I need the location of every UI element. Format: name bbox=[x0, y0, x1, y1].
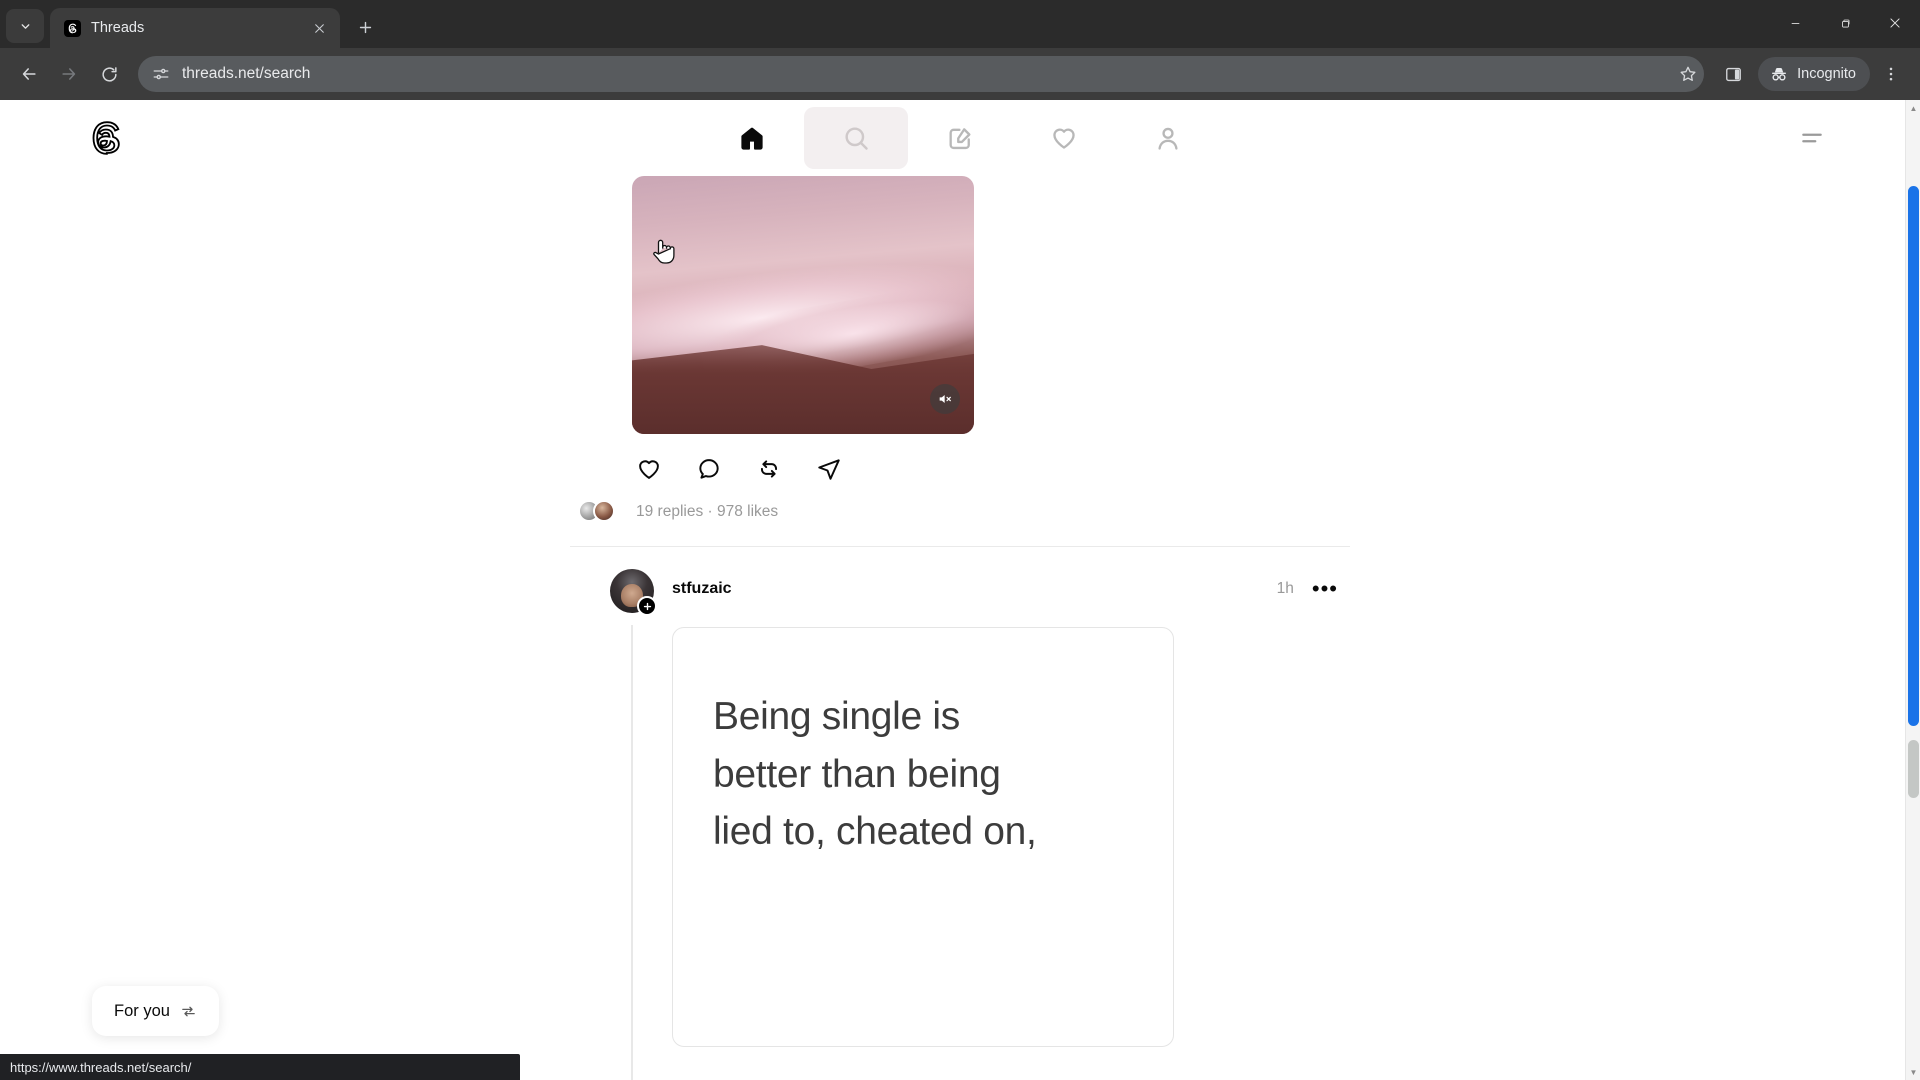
quote-line: better than being bbox=[713, 752, 1001, 796]
address-bar[interactable]: threads.net/search bbox=[138, 56, 1705, 92]
feed-selector-label: For you bbox=[114, 1001, 170, 1020]
home-icon bbox=[741, 127, 763, 150]
side-panel-button[interactable] bbox=[1714, 55, 1752, 93]
sidebar-item-create[interactable] bbox=[908, 107, 1012, 169]
reply-button[interactable] bbox=[692, 452, 726, 486]
tab-strip: Threads bbox=[0, 0, 1920, 48]
tab-search-button[interactable] bbox=[6, 9, 44, 43]
heart-icon bbox=[639, 460, 659, 479]
sidebar-item-home[interactable] bbox=[700, 107, 804, 169]
page-viewport: 19 replies · 978 likes stfuzaic 1h ••• B… bbox=[0, 100, 1920, 1080]
thread-connector-line bbox=[631, 625, 633, 1080]
chrome-menu-button[interactable] bbox=[1872, 55, 1910, 93]
sidebar-item-search[interactable] bbox=[804, 107, 908, 169]
chevron-down-icon bbox=[21, 23, 29, 29]
status-bar-url: https://www.threads.net/search/ bbox=[10, 1059, 192, 1075]
threads-nav-items bbox=[700, 107, 1220, 169]
threads-logo-icon bbox=[64, 19, 81, 37]
like-button[interactable] bbox=[632, 452, 666, 486]
post-more-button[interactable]: ••• bbox=[1312, 578, 1338, 600]
feed-selector-button[interactable]: For you bbox=[92, 986, 219, 1036]
sidebar-item-activity[interactable] bbox=[1012, 107, 1116, 169]
browser-window: Threads threads.net/search Incognito 19 … bbox=[0, 0, 1920, 1080]
window-close-button[interactable] bbox=[1870, 0, 1920, 46]
sidebar-item-profile[interactable] bbox=[1116, 107, 1220, 169]
post-username[interactable]: stfuzaic bbox=[672, 580, 732, 598]
incognito-label: Incognito bbox=[1797, 66, 1856, 82]
window-controls bbox=[1770, 0, 1920, 46]
follow-button[interactable] bbox=[637, 596, 657, 616]
post-stfuzaic: stfuzaic 1h ••• Being single is better t… bbox=[570, 569, 1350, 1080]
scrollbar-thumb[interactable] bbox=[1908, 186, 1919, 726]
repost-button[interactable] bbox=[752, 452, 786, 486]
mute-icon bbox=[939, 395, 951, 403]
post-header: stfuzaic 1h ••• bbox=[570, 569, 1350, 616]
post-video: 19 replies · 978 likes bbox=[570, 176, 1350, 547]
threads-more-menu-button[interactable] bbox=[1790, 116, 1834, 160]
browser-toolbar: threads.net/search Incognito bbox=[0, 48, 1920, 100]
star-icon bbox=[1680, 66, 1696, 82]
arrow-right-icon bbox=[62, 68, 76, 80]
address-bar-url: threads.net/search bbox=[182, 65, 311, 82]
post-quote-card[interactable]: Being single is better than being lied t… bbox=[672, 627, 1174, 1047]
post-meta: 1h ••• bbox=[1276, 578, 1350, 600]
post-video-media[interactable] bbox=[632, 176, 974, 434]
close-icon bbox=[1890, 18, 1900, 28]
swap-arrows-icon bbox=[182, 1006, 195, 1016]
tune-icon[interactable] bbox=[152, 65, 170, 83]
post-timestamp: 1h bbox=[1276, 580, 1294, 597]
post-quote-text: Being single is better than being lied t… bbox=[673, 628, 1173, 861]
plus-icon bbox=[643, 602, 651, 610]
scrollbar-up-button[interactable]: ▲ bbox=[1906, 100, 1920, 116]
browser-status-bar: https://www.threads.net/search/ bbox=[0, 1054, 520, 1080]
threads-top-nav bbox=[0, 100, 1920, 176]
threads-feed: 19 replies · 978 likes stfuzaic 1h ••• B… bbox=[0, 176, 1920, 1080]
quote-line: lied to, cheated on, bbox=[713, 810, 1037, 854]
post-actions bbox=[632, 452, 1350, 486]
quote-line: Being single is bbox=[713, 695, 960, 738]
replier-avatars[interactable] bbox=[578, 500, 624, 524]
new-tab-button[interactable] bbox=[348, 10, 382, 44]
repost-icon bbox=[760, 460, 778, 478]
incognito-icon bbox=[1772, 67, 1787, 81]
post-divider bbox=[570, 546, 1350, 547]
maximize-icon bbox=[1841, 19, 1849, 27]
person-icon bbox=[1158, 127, 1178, 150]
tab-title: Threads bbox=[91, 20, 145, 36]
minimize-icon bbox=[1791, 22, 1799, 24]
browser-tab-threads[interactable]: Threads bbox=[50, 8, 340, 48]
threads-logo-icon[interactable] bbox=[86, 118, 126, 158]
post-stats-text[interactable]: 19 replies · 978 likes bbox=[636, 503, 778, 521]
scrollbar-down-button[interactable]: ▼ bbox=[1906, 1064, 1920, 1080]
page-scrollbar[interactable]: ▲ ▼ bbox=[1905, 100, 1920, 1080]
feed-column: 19 replies · 978 likes stfuzaic 1h ••• B… bbox=[570, 176, 1350, 1080]
back-button[interactable] bbox=[10, 55, 48, 93]
scrollbar-thumb-secondary[interactable] bbox=[1908, 740, 1919, 798]
side-panel-icon bbox=[1725, 67, 1741, 81]
reload-button[interactable] bbox=[90, 55, 128, 93]
send-icon bbox=[818, 459, 840, 480]
plus-icon bbox=[359, 21, 371, 33]
window-minimize-button[interactable] bbox=[1770, 0, 1820, 46]
tab-close-button[interactable] bbox=[308, 17, 330, 39]
incognito-indicator[interactable]: Incognito bbox=[1758, 57, 1870, 91]
bookmark-button[interactable] bbox=[1678, 64, 1698, 84]
three-dots-vertical-icon bbox=[1889, 67, 1893, 81]
comment-icon bbox=[699, 459, 719, 479]
post-stats: 19 replies · 978 likes bbox=[578, 500, 1350, 524]
heart-icon bbox=[1053, 128, 1075, 149]
reload-icon bbox=[101, 66, 117, 82]
avatar-wrapper[interactable] bbox=[610, 569, 657, 616]
hamburger-menu-icon bbox=[1802, 133, 1822, 143]
mute-toggle-button[interactable] bbox=[930, 384, 960, 414]
avatar bbox=[593, 500, 615, 522]
search-icon bbox=[845, 127, 868, 150]
share-button[interactable] bbox=[812, 452, 846, 486]
window-maximize-button[interactable] bbox=[1820, 0, 1870, 46]
close-icon bbox=[314, 23, 324, 33]
forward-button[interactable] bbox=[50, 55, 88, 93]
arrow-left-icon bbox=[22, 68, 36, 80]
compose-icon bbox=[949, 128, 971, 150]
